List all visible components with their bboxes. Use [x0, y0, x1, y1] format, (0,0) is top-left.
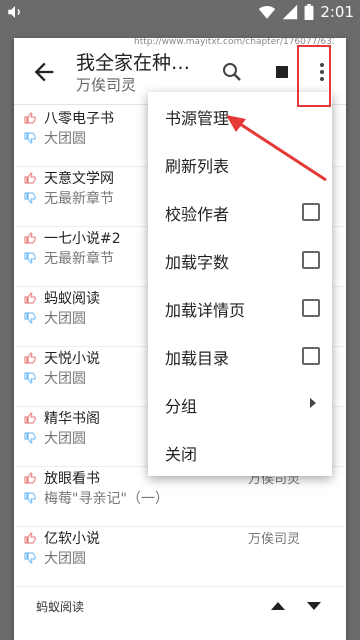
thumb-down-icon[interactable]: [24, 312, 36, 324]
menu-item-label: 加载详情页: [165, 301, 246, 320]
annotation-arrow: [226, 115, 327, 182]
thumb-up-icon[interactable]: [24, 352, 36, 364]
thumb-up-icon[interactable]: [24, 292, 36, 304]
book-author: 万俟司灵: [76, 76, 137, 94]
thumb-down-icon[interactable]: [24, 132, 36, 144]
thumb-down-icon[interactable]: [24, 252, 36, 264]
checkbox[interactable]: [302, 203, 320, 221]
menu-item-label: 校验作者: [165, 205, 230, 224]
latest-chapter: 梅莓"寻亲记"（一）: [44, 491, 169, 507]
thumb-up-icon[interactable]: [24, 232, 36, 244]
thumb-up-icon[interactable]: [24, 172, 36, 184]
checkbox[interactable]: [302, 347, 320, 365]
menu-item-verify-author[interactable]: 校验作者: [148, 188, 332, 236]
menu-item-load-toc[interactable]: 加载目录: [148, 332, 332, 380]
menu-item-close[interactable]: 关闭: [148, 428, 332, 476]
menu-item-label: 分组: [165, 397, 198, 416]
latest-chapter: 大团圆: [44, 551, 86, 567]
menu-item-label: 关闭: [165, 445, 198, 464]
source-author: 万俟司灵: [248, 532, 301, 547]
latest-chapter: 大团圆: [44, 311, 86, 327]
wifi-icon: [259, 5, 276, 19]
thumb-up-icon[interactable]: [24, 112, 36, 124]
thumb-down-icon[interactable]: [24, 552, 36, 564]
search-icon[interactable]: [220, 60, 244, 84]
menu-item-group[interactable]: 分组: [148, 380, 332, 428]
thumb-up-icon[interactable]: [24, 472, 36, 484]
clock: 2:01: [320, 3, 354, 21]
thumb-up-icon[interactable]: [24, 532, 36, 544]
menu-item-label: 加载目录: [165, 349, 230, 368]
thumb-down-icon[interactable]: [24, 192, 36, 204]
battery-icon: [304, 4, 314, 20]
bottom-bar: 蚂蚁阅读: [14, 590, 346, 622]
checkbox[interactable]: [302, 299, 320, 317]
scroll-down-icon[interactable]: [306, 600, 322, 612]
status-bar: 2:01: [0, 0, 360, 24]
latest-chapter: 大团圆: [44, 131, 86, 147]
thumb-down-icon[interactable]: [24, 492, 36, 504]
source-name: 蚂蚁阅读: [44, 291, 100, 307]
volume-icon: [8, 6, 20, 18]
latest-chapter: 无最新章节: [44, 251, 114, 267]
annotation-highlight-box: [297, 45, 331, 107]
source-name: 八零电子书: [44, 111, 114, 127]
checkbox[interactable]: [302, 251, 320, 269]
thumb-down-icon[interactable]: [24, 372, 36, 384]
latest-chapter: 大团圆: [44, 371, 86, 387]
signal-icon: [283, 4, 298, 20]
menu-item-label: 加载字数: [165, 253, 230, 272]
source-name: 放眼看书: [44, 471, 100, 487]
source-name: 天悦小说: [44, 351, 100, 367]
thumb-down-icon[interactable]: [24, 432, 36, 444]
latest-chapter: 大团圆: [44, 431, 86, 447]
back-arrow-icon[interactable]: [30, 58, 58, 86]
submenu-arrow-icon: [310, 398, 316, 408]
latest-chapter: 无最新章节: [44, 191, 114, 207]
menu-item-load-detail-page[interactable]: 加载详情页: [148, 284, 332, 332]
source-name: 天意文学网: [44, 171, 114, 187]
menu-item-load-word-count[interactable]: 加载字数: [148, 236, 332, 284]
source-name: 亿软小说: [44, 531, 100, 547]
source-name: 精华书阁: [44, 411, 100, 427]
list-item[interactable]: 亿软小说 大团圆 万俟司灵: [14, 526, 346, 587]
current-source-label[interactable]: 蚂蚁阅读: [36, 598, 84, 615]
stop-icon[interactable]: [270, 60, 294, 84]
source-name: 一七小说#2: [44, 231, 121, 247]
thumb-up-icon[interactable]: [24, 412, 36, 424]
book-title: 我全家在种…: [76, 52, 191, 74]
scroll-up-icon[interactable]: [270, 600, 286, 612]
